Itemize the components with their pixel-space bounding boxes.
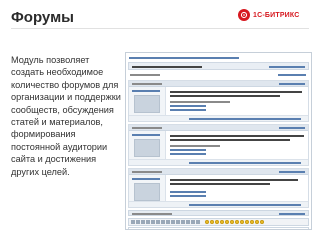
forum-post xyxy=(128,168,309,208)
brand-logo: 1С-БИТРИКС xyxy=(238,9,300,21)
forum-topic-header xyxy=(128,62,309,70)
avatar xyxy=(134,95,160,113)
avatar xyxy=(134,139,160,157)
brand-name: 1С-БИТРИКС xyxy=(253,11,300,19)
bitrix-logo-icon xyxy=(238,9,250,21)
smiley-icon xyxy=(205,220,209,224)
slide-title: Форумы xyxy=(11,9,74,26)
forum-pager xyxy=(128,72,309,78)
forum-screenshot xyxy=(125,52,312,230)
header-divider xyxy=(11,28,309,29)
forum-post xyxy=(128,80,309,122)
slide-description: Модуль позволяет создать необходимое кол… xyxy=(11,55,121,177)
avatar xyxy=(134,183,160,201)
forum-breadcrumb xyxy=(129,55,249,60)
editor-toolbar xyxy=(128,218,309,226)
reply-editor-area xyxy=(128,227,309,229)
forum-reply-bar xyxy=(128,210,309,216)
forum-post xyxy=(128,124,309,166)
